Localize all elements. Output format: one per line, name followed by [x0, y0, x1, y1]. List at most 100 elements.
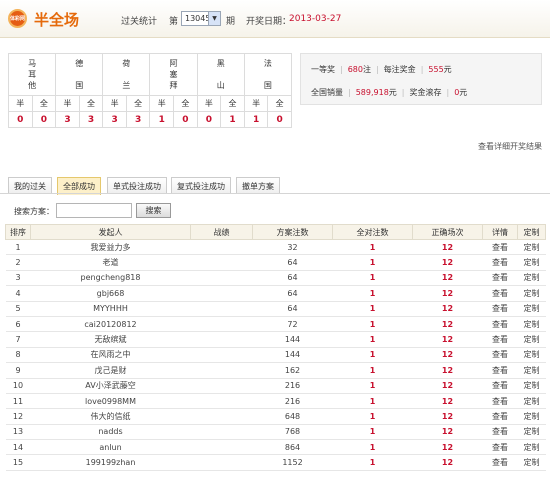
- initiator-cell[interactable]: nadds: [30, 424, 191, 441]
- all-correct-cell: 1: [332, 378, 413, 394]
- initiator-cell[interactable]: 在风雨之中: [30, 347, 191, 364]
- view-link[interactable]: 查看: [482, 316, 518, 333]
- initiator-cell[interactable]: pengcheng818: [30, 270, 191, 287]
- col-customize: 定制: [517, 224, 546, 240]
- rank-cell: 15: [5, 454, 31, 471]
- bets-cell: 32: [252, 239, 333, 256]
- full-label: 全: [220, 95, 245, 112]
- rank-cell: 11: [5, 393, 31, 410]
- view-link[interactable]: 查看: [482, 362, 518, 379]
- customize-link[interactable]: 定制: [517, 393, 546, 410]
- half-label: 半: [102, 95, 127, 112]
- all-correct-cell: 1: [332, 239, 413, 256]
- tab-cancelled[interactable]: 撤单方案: [236, 177, 280, 194]
- view-link[interactable]: 查看: [482, 454, 518, 471]
- record-cell: [190, 347, 253, 364]
- search-button[interactable]: 搜索: [136, 203, 171, 218]
- full-label: 全: [31, 95, 57, 112]
- rank-cell: 5: [5, 301, 31, 317]
- initiator-cell[interactable]: 我爱益力多: [30, 239, 191, 256]
- initiator-cell[interactable]: 199199zhan: [30, 454, 191, 471]
- search-input[interactable]: [56, 203, 132, 218]
- customize-link[interactable]: 定制: [517, 408, 546, 425]
- customize-link[interactable]: 定制: [517, 424, 546, 441]
- initiator-cell[interactable]: AV小泽武藤空: [30, 378, 191, 394]
- result-value: 0: [31, 111, 57, 128]
- tab-single-bet-success[interactable]: 单式投注成功: [107, 177, 167, 194]
- view-link[interactable]: 查看: [482, 424, 518, 441]
- team-cell: 黑山: [196, 53, 245, 96]
- view-link[interactable]: 查看: [482, 393, 518, 410]
- logo-text: 体彩网: [10, 16, 26, 22]
- customize-link[interactable]: 定制: [517, 439, 546, 456]
- customize-link[interactable]: 定制: [517, 301, 546, 317]
- initiator-cell[interactable]: 老道: [30, 254, 191, 271]
- pool-label: 奖金滚存: [409, 88, 442, 97]
- result-value: 1: [243, 111, 269, 128]
- customize-link[interactable]: 定制: [517, 362, 546, 379]
- correct-matches-cell: 12: [412, 301, 483, 317]
- correct-matches-cell: 12: [412, 408, 483, 425]
- rank-cell: 14: [5, 439, 31, 456]
- col-correct-matches: 正确场次: [412, 224, 483, 240]
- view-link[interactable]: 查看: [482, 378, 518, 394]
- view-link[interactable]: 查看: [482, 239, 518, 256]
- view-link[interactable]: 查看: [482, 301, 518, 317]
- half-label: 半: [196, 95, 222, 112]
- initiator-cell[interactable]: cai20120812: [30, 316, 191, 333]
- issue-select[interactable]: 13045 ▼: [181, 11, 221, 26]
- team-cell: 阿塞拜: [149, 53, 198, 96]
- view-link[interactable]: 查看: [482, 254, 518, 271]
- initiator-cell[interactable]: 无敌缤斌: [30, 331, 191, 348]
- view-link[interactable]: 查看: [482, 347, 518, 364]
- all-correct-cell: 1: [332, 408, 413, 425]
- record-cell: [190, 393, 253, 410]
- customize-link[interactable]: 定制: [517, 454, 546, 471]
- view-link[interactable]: 查看: [482, 331, 518, 348]
- tab-my-pass[interactable]: 我的过关: [8, 177, 52, 194]
- customize-link[interactable]: 定制: [517, 285, 546, 302]
- customize-link[interactable]: 定制: [517, 316, 546, 333]
- customize-link[interactable]: 定制: [517, 254, 546, 271]
- table-body: 1 我爱益力多 32 1 12 查看 定制 2 老道 64 1 12 查看 定制 3 pengcheng818…: [5, 239, 546, 471]
- customize-link[interactable]: 定制: [517, 378, 546, 394]
- customize-link[interactable]: 定制: [517, 270, 546, 287]
- results-table: 排序 发起人 战绩 方案注数 全对注数 正确场次 详情 定制 1 我爱益力多 32 1…: [5, 224, 546, 471]
- initiator-cell[interactable]: anlun: [30, 439, 191, 456]
- customize-link[interactable]: 定制: [517, 331, 546, 348]
- view-link[interactable]: 查看: [482, 285, 518, 302]
- result-value: 3: [125, 111, 151, 128]
- correct-matches-cell: 12: [412, 347, 483, 364]
- prize-first-row: 一等奖 | 680注 | 每注奖金 | 555元: [311, 65, 452, 74]
- view-detail-link[interactable]: 查看详细开奖结果: [478, 141, 542, 152]
- table-row: 13 nadds 768 1 12 查看 定制: [5, 424, 546, 441]
- correct-matches-cell: 12: [412, 239, 483, 256]
- sales-label: 全国销量: [311, 88, 343, 97]
- per-bet-amount: 555: [428, 65, 444, 74]
- tab-multi-bet-success[interactable]: 复式投注成功: [171, 177, 231, 194]
- customize-link[interactable]: 定制: [517, 239, 546, 256]
- correct-matches-cell: 12: [412, 331, 483, 348]
- rank-cell: 12: [5, 408, 31, 425]
- rank-cell: 1: [5, 239, 31, 256]
- view-link[interactable]: 查看: [482, 270, 518, 287]
- view-link[interactable]: 查看: [482, 408, 518, 425]
- all-correct-cell: 1: [332, 316, 413, 333]
- initiator-cell[interactable]: 伟大的信纸: [30, 408, 191, 425]
- all-correct-cell: 1: [332, 331, 413, 348]
- view-link[interactable]: 查看: [482, 439, 518, 456]
- customize-link[interactable]: 定制: [517, 347, 546, 364]
- initiator-cell[interactable]: 戊己是财: [30, 362, 191, 379]
- issue-value: 13045: [185, 14, 211, 23]
- bets-cell: 144: [252, 331, 333, 348]
- initiator-cell[interactable]: gbj668: [30, 285, 191, 302]
- score-row: 0 0 3 3 3 3 1 0 0 1 1 0: [8, 111, 292, 128]
- initiator-cell[interactable]: MYYHHH: [30, 301, 191, 317]
- initiator-cell[interactable]: love0998MM: [30, 393, 191, 410]
- sales-amount: 589,918: [355, 88, 389, 97]
- correct-matches-cell: 12: [412, 316, 483, 333]
- result-value: 1: [220, 111, 245, 128]
- table-row: 7 无敌缤斌 144 1 12 查看 定制: [5, 331, 546, 348]
- chevron-down-icon[interactable]: ▼: [208, 12, 220, 25]
- record-cell: [190, 408, 253, 425]
